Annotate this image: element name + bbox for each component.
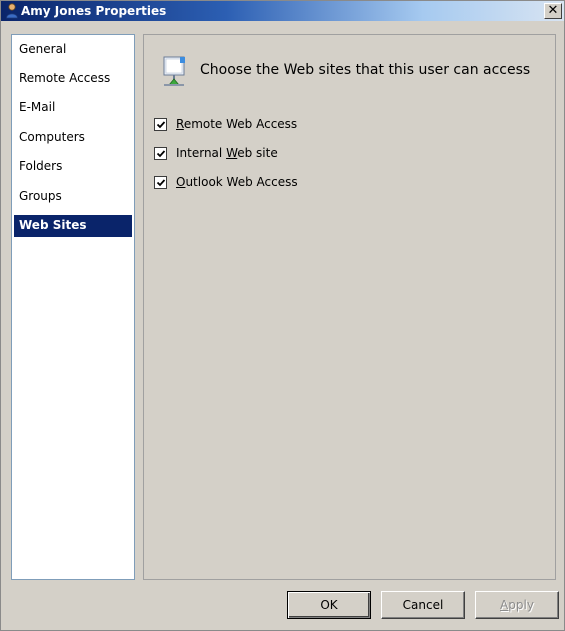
nav-item-computers[interactable]: Computers <box>14 127 132 149</box>
nav-item-label: Groups <box>19 189 62 203</box>
checkbox-box[interactable] <box>154 176 167 189</box>
access-key: W <box>226 146 238 160</box>
checkbox-label: Internal Web site <box>176 146 278 160</box>
web-sites-panel: Choose the Web sites that this user can … <box>143 34 556 580</box>
label-rest: utlook Web Access <box>185 175 298 189</box>
checkbox-box[interactable] <box>154 147 167 160</box>
nav-item-label: E-Mail <box>19 100 56 114</box>
nav-item-remote-access[interactable]: Remote Access <box>14 68 132 90</box>
cancel-button[interactable]: Cancel <box>381 591 465 619</box>
nav-item-general[interactable]: General <box>14 39 132 61</box>
window-title: Amy Jones Properties <box>21 4 167 18</box>
nav-item-label: General <box>19 42 67 56</box>
section-heading: Choose the Web sites that this user can … <box>200 62 531 78</box>
checkmark-icon <box>156 121 166 129</box>
nav-item-email[interactable]: E-Mail <box>14 97 132 119</box>
nav-item-label: Folders <box>19 159 63 173</box>
properties-dialog: Amy Jones Properties ✕ General Remote Ac… <box>0 0 565 631</box>
navigation-list: General Remote Access E-Mail Computers F… <box>11 34 135 580</box>
checkbox-label: Remote Web Access <box>176 117 297 131</box>
label-prefix: Internal <box>176 146 227 160</box>
checkbox-label: Outlook Web Access <box>176 175 298 189</box>
label-rest: emote Web Access <box>183 117 298 131</box>
nav-item-label: Computers <box>19 130 85 144</box>
close-button[interactable]: ✕ <box>544 3 562 19</box>
checkbox-box[interactable] <box>154 118 167 131</box>
nav-item-folders[interactable]: Folders <box>14 156 132 178</box>
nav-item-groups[interactable]: Groups <box>14 186 132 208</box>
checkmark-icon <box>156 179 166 187</box>
nav-item-label: Remote Access <box>19 71 111 85</box>
apply-button[interactable]: Apply <box>475 591 559 619</box>
checkmark-icon <box>156 150 166 158</box>
title-bar[interactable]: Amy Jones Properties ✕ <box>1 1 564 21</box>
user-icon <box>6 3 18 19</box>
nav-item-label: Web Sites <box>19 218 87 232</box>
close-icon: ✕ <box>547 3 559 18</box>
web-site-icon <box>163 56 185 86</box>
ok-button[interactable]: OK <box>287 591 371 619</box>
nav-item-web-sites[interactable]: Web Sites <box>14 215 132 237</box>
access-key: R <box>176 117 184 131</box>
label-rest: eb site <box>237 146 278 160</box>
apply-label-rest: pply <box>508 598 534 612</box>
